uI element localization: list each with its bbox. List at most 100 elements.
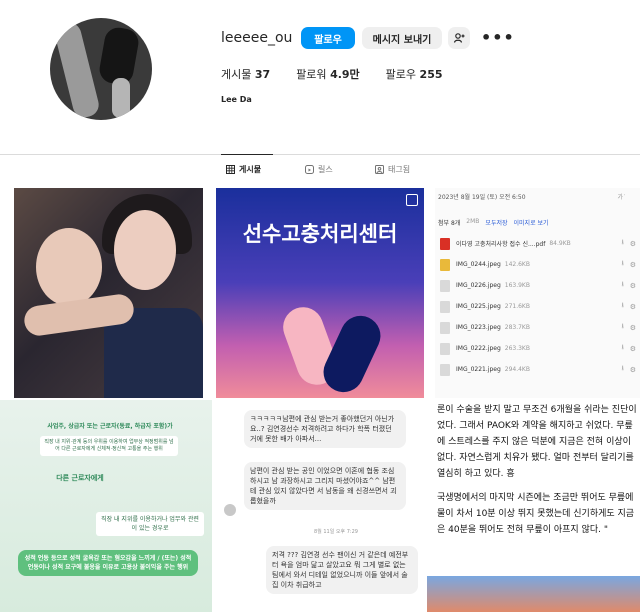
chat-bubble: ㅋㅋㅋㅋㅋ남편에 관심 받는거 좋아했던거 아닌가요..? 김연경선수 저격하려… (244, 410, 406, 448)
tab-divider (0, 154, 640, 155)
file-icon (440, 300, 450, 313)
stat-value: 4.9만 (330, 68, 360, 81)
avatar (224, 504, 236, 516)
stat-followers[interactable]: 팔로워 4.9만 (296, 66, 359, 82)
tag-icon (375, 165, 384, 174)
post-thumbnail[interactable]: 론이 수술을 받지 말고 무조건 6개월을 쉬라는 진단이었다. 그래서 PAO… (427, 400, 640, 612)
chat-bubble: 남편이 관심 받는 공인 이었으면 이혼에 협동 조심하시고 남 과장하시고 그… (244, 462, 406, 510)
file-size: 263.3KB (504, 345, 530, 352)
post-thumbnail[interactable] (14, 188, 203, 398)
add-friend-button[interactable] (448, 27, 470, 49)
download-icon: ⭳ (621, 343, 624, 351)
file-icon (440, 279, 450, 292)
person-add-icon (453, 33, 465, 43)
settings-icon: ⚙ (629, 281, 636, 290)
attachment-row: IMG_0221.jpeg 294.4KB ⭳ ⚙ (435, 360, 640, 379)
definition-text: 직장 내 지위를 이용하거나 업무와 관련이 있는 경우로 (96, 512, 204, 536)
settings-icon: ⚙ (629, 344, 636, 353)
profile-stats: 게시물 37 팔로워 4.9만 팔로우 255 (221, 66, 443, 82)
chat-bubble: 저격 ??? 김연경 선수 팬이신 거 같은데 예전부터 욕을 엄마 닮고 살았… (266, 546, 418, 594)
settings-icon: ⚙ (629, 239, 636, 248)
download-icon: ⭳ (621, 322, 624, 330)
attachment-row: IMG_0244.jpeg 142.6KB ⭳ ⚙ (435, 255, 640, 274)
post-thumbnail[interactable]: 2023년 8월 19일 (토) 오전 6:50 가˙ 첨부 8개 2MB 모두… (435, 188, 640, 398)
file-icon (440, 321, 450, 334)
attach-size: 2MB (466, 218, 480, 225)
tab-label: 릴스 (318, 165, 333, 174)
definition-heading: 사업주, 상급자 또는 근로자(동료, 하급자 포함)가 (47, 423, 173, 430)
photo-shape (427, 576, 640, 612)
file-name: IMG_0225.jpeg (456, 303, 501, 310)
follow-button[interactable]: 팔로우 (301, 27, 355, 49)
settings-icon: ⚙ (629, 302, 636, 311)
definition-text: 직장 내 지위·관계 등의 우위를 이용하여 업무상 적정범위를 넘어 다른 근… (40, 436, 178, 456)
attachment-row: IMG_0222.jpeg 263.3KB ⭳ ⚙ (435, 339, 640, 358)
file-size: 283.7KB (504, 324, 530, 331)
stat-value: 37 (254, 68, 271, 81)
file-name: IMG_0226.jpeg (456, 282, 501, 289)
more-options-icon[interactable]: ••• (481, 28, 515, 47)
profile-avatar[interactable] (50, 18, 152, 120)
file-icon (440, 258, 450, 271)
file-size: 163.9KB (504, 282, 530, 289)
avatar-figure (52, 20, 102, 120)
article-paragraph: 국생명에서의 마지막 시즌에는 조금만 뛰어도 무릎에 물이 차서 10분 이상… (437, 493, 635, 535)
file-name: IMG_0221.jpeg (456, 366, 501, 373)
file-size: 142.6KB (504, 261, 530, 268)
stat-label: 팔로우 (385, 68, 417, 81)
attachment-header: 첨부 8개 2MB 모두저장 이미지로 보기 (438, 218, 549, 227)
file-name: IMG_0222.jpeg (456, 345, 501, 352)
file-size: 84.9KB (549, 240, 571, 247)
email-date: 2023년 8월 19일 (토) 오전 6:50 (438, 194, 526, 201)
avatar-figure (112, 78, 130, 118)
font-size-label: 가˙ (617, 194, 626, 201)
download-icon: ⭳ (621, 259, 624, 267)
file-name: IMG_0244.jpeg (456, 261, 501, 268)
chat-timestamp: 8월 11일 오후 7:29 (314, 529, 358, 535)
stat-label: 게시물 (221, 68, 252, 81)
article-paragraph: 론이 수술을 받지 말고 무조건 6개월을 쉬라는 진단이었다. 그래서 PAO… (437, 405, 637, 479)
tab-label: 게시물 (239, 165, 262, 174)
post-thumbnail[interactable]: 선수고충처리센터 (216, 188, 424, 398)
profile-full-name: Lee Da (221, 95, 252, 104)
tab-posts[interactable]: 게시물 (226, 164, 261, 175)
attachment-row: IMG_0223.jpeg 283.7KB ⭳ ⚙ (435, 318, 640, 337)
attachment-row: IMG_0225.jpeg 271.6KB ⭳ ⚙ (435, 297, 640, 316)
post-thumbnail[interactable]: 사업주, 상급자 또는 근로자(동료, 하급자 포함)가 직장 내 지위·관계 … (0, 400, 212, 612)
stat-label: 팔로워 (296, 68, 327, 81)
active-tab-indicator (221, 154, 273, 155)
settings-icon: ⚙ (629, 365, 636, 374)
carousel-icon (406, 194, 418, 206)
post-thumbnail[interactable]: ㅋㅋㅋㅋㅋ남편에 관심 받는거 좋아했던거 아닌가요..? 김연경선수 저격하려… (216, 400, 424, 612)
file-size: 294.4KB (504, 366, 530, 373)
photo-shape (114, 210, 176, 290)
download-icon: ⭳ (621, 280, 624, 288)
definition-heading: 다른 근로자에게 (56, 474, 104, 482)
tab-label: 태그됨 (388, 165, 411, 174)
file-name: 이다영 고충처리사항 접수 신....pdf (456, 241, 546, 248)
preview-link: 이미지로 보기 (513, 220, 549, 227)
attachment-row: 이다영 고충처리사항 접수 신....pdf 84.9KB ⭳ ⚙ (435, 234, 640, 253)
save-all-link: 모두저장 (485, 220, 508, 227)
file-size: 271.6KB (504, 303, 530, 310)
grid-icon (226, 165, 235, 174)
file-icon (440, 363, 450, 376)
reels-icon (305, 165, 314, 174)
attach-count: 첨부 8개 (438, 220, 461, 227)
download-icon: ⭳ (621, 301, 624, 309)
settings-icon: ⚙ (629, 323, 636, 332)
post-title: 선수고충처리센터 (242, 222, 398, 246)
file-icon (440, 237, 450, 250)
stat-following[interactable]: 팔로우 255 (386, 66, 443, 82)
profile-username: leeeee_ou (221, 30, 293, 46)
stat-posts[interactable]: 게시물 37 (221, 66, 270, 82)
download-icon: ⭳ (621, 238, 624, 246)
tab-reels[interactable]: 릴스 (305, 164, 333, 175)
tab-tagged[interactable]: 태그됨 (375, 164, 410, 175)
attachment-row: IMG_0226.jpeg 163.9KB ⭳ ⚙ (435, 276, 640, 295)
message-button[interactable]: 메시지 보내기 (362, 27, 442, 49)
stat-value: 255 (419, 68, 443, 81)
file-name: IMG_0223.jpeg (456, 324, 501, 331)
file-icon (440, 342, 450, 355)
download-icon: ⭳ (621, 364, 624, 372)
